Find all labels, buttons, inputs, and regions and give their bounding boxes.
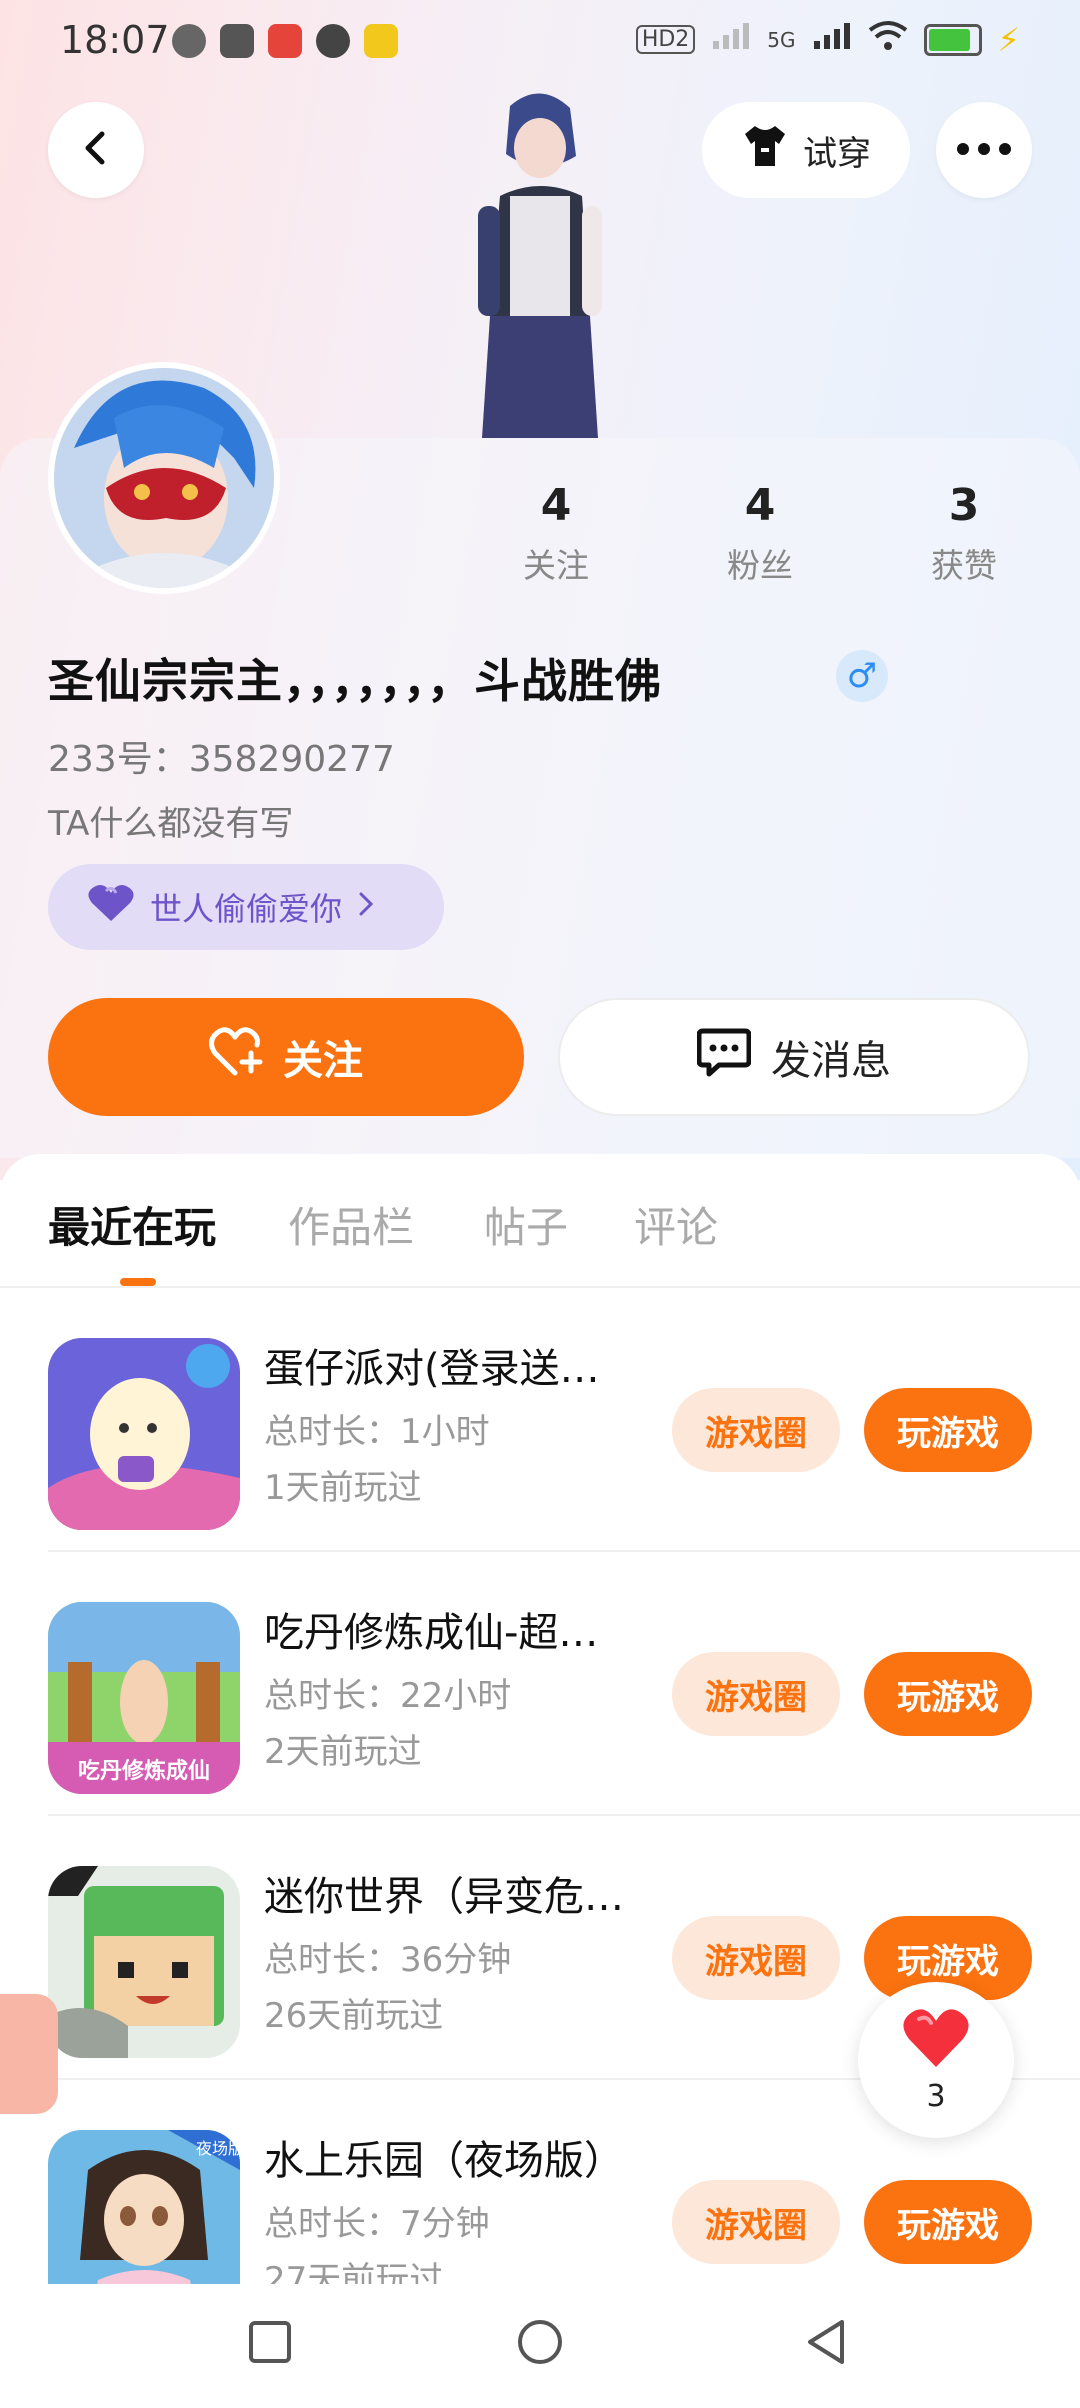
system-navigation-bar <box>0 2284 1080 2408</box>
signal-icon <box>711 21 751 58</box>
notification-icon <box>268 24 302 58</box>
game-icon <box>48 1338 240 1530</box>
game-duration: 总时长：22小时 <box>264 1676 512 1716</box>
heart-tag-label: 世人偷偷爱你 <box>150 890 343 928</box>
stat-followers[interactable]: 4 粉丝 <box>680 480 840 587</box>
notification-icon <box>316 24 350 58</box>
game-row[interactable]: 吃丹修炼成仙 吃丹修炼成仙-超… 总时长：22小时 2天前玩过 游戏圈 玩游戏 <box>0 1552 1080 1816</box>
play-game-button[interactable]: 玩游戏 <box>864 2180 1032 2264</box>
circle-icon <box>516 2318 564 2370</box>
status-time: 18:07 <box>60 18 170 62</box>
tab-bar: 最近在玩 作品栏 帖子 评论 <box>0 1154 1080 1284</box>
battery-icon <box>923 23 982 56</box>
like-count: 3 <box>926 2078 946 2114</box>
heart-tag-button[interactable]: 世人偷偷爱你 <box>48 864 444 950</box>
game-icon-caption: 吃丹修炼成仙 <box>78 1758 210 1784</box>
nickname: 圣仙宗宗主，，，，，，，斗战胜佛 <box>48 654 662 708</box>
home-button[interactable] <box>510 2314 570 2374</box>
stat-likes[interactable]: 3 获赞 <box>884 480 1044 587</box>
follow-button[interactable]: 关注 <box>48 998 524 1116</box>
stat-value: 4 <box>540 480 572 531</box>
triangle-back-icon <box>804 2318 848 2370</box>
more-options-button[interactable] <box>936 102 1032 198</box>
chevron-right-icon <box>356 888 376 926</box>
shirt-icon <box>741 124 789 177</box>
more-dots-icon <box>956 141 1012 160</box>
send-message-button[interactable]: 发消息 <box>558 998 1030 1116</box>
user-id: 233号：358290277 <box>48 739 395 780</box>
avatar[interactable] <box>48 362 280 594</box>
game-name: 水上乐园（夜场版） <box>264 2138 624 2184</box>
like-float-button[interactable]: 3 <box>858 1982 1014 2138</box>
heart-plus-icon <box>209 1027 265 1087</box>
status-bar: 18:07 HD2 5G ⚡ <box>0 0 1080 84</box>
heart-icon <box>901 2007 971 2073</box>
heart-icon <box>86 883 136 931</box>
signal-5g-label: 5G <box>767 27 796 52</box>
status-app-icons <box>172 24 398 58</box>
play-game-button[interactable]: 玩游戏 <box>864 1388 1032 1472</box>
tab-recently-played[interactable]: 最近在玩 <box>48 1194 216 1255</box>
recent-apps-button[interactable] <box>240 2314 300 2374</box>
game-circle-button[interactable]: 游戏圈 <box>672 1916 840 2000</box>
game-last-played: 26天前玩过 <box>264 1996 444 2036</box>
game-circle-button[interactable]: 游戏圈 <box>672 1652 840 1736</box>
game-circle-button[interactable]: 游戏圈 <box>672 2180 840 2264</box>
game-row[interactable]: 蛋仔派对(登录送… 总时长：1小时 1天前玩过 游戏圈 玩游戏 <box>0 1288 1080 1552</box>
network-label: HD2 <box>635 25 696 54</box>
bio: TA什么都没有写 <box>48 804 294 844</box>
game-duration: 总时长：7分钟 <box>264 2204 490 2244</box>
back-button[interactable] <box>48 102 144 198</box>
stat-value: 4 <box>744 480 776 531</box>
game-name: 吃丹修炼成仙-超… <box>264 1610 599 1656</box>
stat-value: 3 <box>948 480 980 531</box>
game-name: 迷你世界（异变危… <box>264 1874 624 1920</box>
charging-icon: ⚡ <box>997 20 1020 59</box>
square-icon <box>248 2320 292 2368</box>
game-icon: 吃丹修炼成仙 <box>48 1602 240 1794</box>
notification-icon <box>364 24 398 58</box>
stat-label: 获赞 <box>931 546 997 585</box>
notification-icon <box>220 24 254 58</box>
game-last-played: 1天前玩过 <box>264 1468 422 1508</box>
game-duration: 总时长：1小时 <box>264 1412 490 1452</box>
stat-label: 关注 <box>523 546 589 585</box>
game-icon-caption: 夜场版 <box>196 2139 240 2158</box>
play-game-button[interactable]: 玩游戏 <box>864 1652 1032 1736</box>
tab-comments[interactable]: 评论 <box>634 1194 718 1255</box>
side-float-button[interactable] <box>0 1994 58 2114</box>
status-indicators: HD2 5G ⚡ <box>635 20 1020 59</box>
avatar-3d-figure <box>450 86 630 438</box>
wifi-icon <box>868 20 908 59</box>
gender-male-icon: ♂ <box>836 650 888 702</box>
game-duration: 总时长：36分钟 <box>264 1940 512 1980</box>
game-name: 蛋仔派对(登录送… <box>264 1346 600 1392</box>
back-nav-button[interactable] <box>796 2314 856 2374</box>
game-circle-button[interactable]: 游戏圈 <box>672 1388 840 1472</box>
follow-label: 关注 <box>283 1038 363 1084</box>
stat-label: 粉丝 <box>727 546 793 585</box>
send-message-label: 发消息 <box>771 1038 891 1084</box>
game-icon <box>48 1866 240 2058</box>
tab-works[interactable]: 作品栏 <box>288 1194 414 1255</box>
signal-icon <box>812 21 852 58</box>
try-on-label: 试穿 <box>803 133 871 174</box>
game-last-played: 2天前玩过 <box>264 1732 422 1772</box>
active-tab-indicator <box>120 1278 156 1286</box>
tab-posts[interactable]: 帖子 <box>484 1194 568 1255</box>
try-on-button[interactable]: 试穿 <box>702 102 910 198</box>
notification-icon <box>172 24 206 58</box>
chat-bubble-icon <box>696 1027 752 1087</box>
chevron-left-icon <box>76 128 116 172</box>
stat-following[interactable]: 4 关注 <box>476 480 636 587</box>
